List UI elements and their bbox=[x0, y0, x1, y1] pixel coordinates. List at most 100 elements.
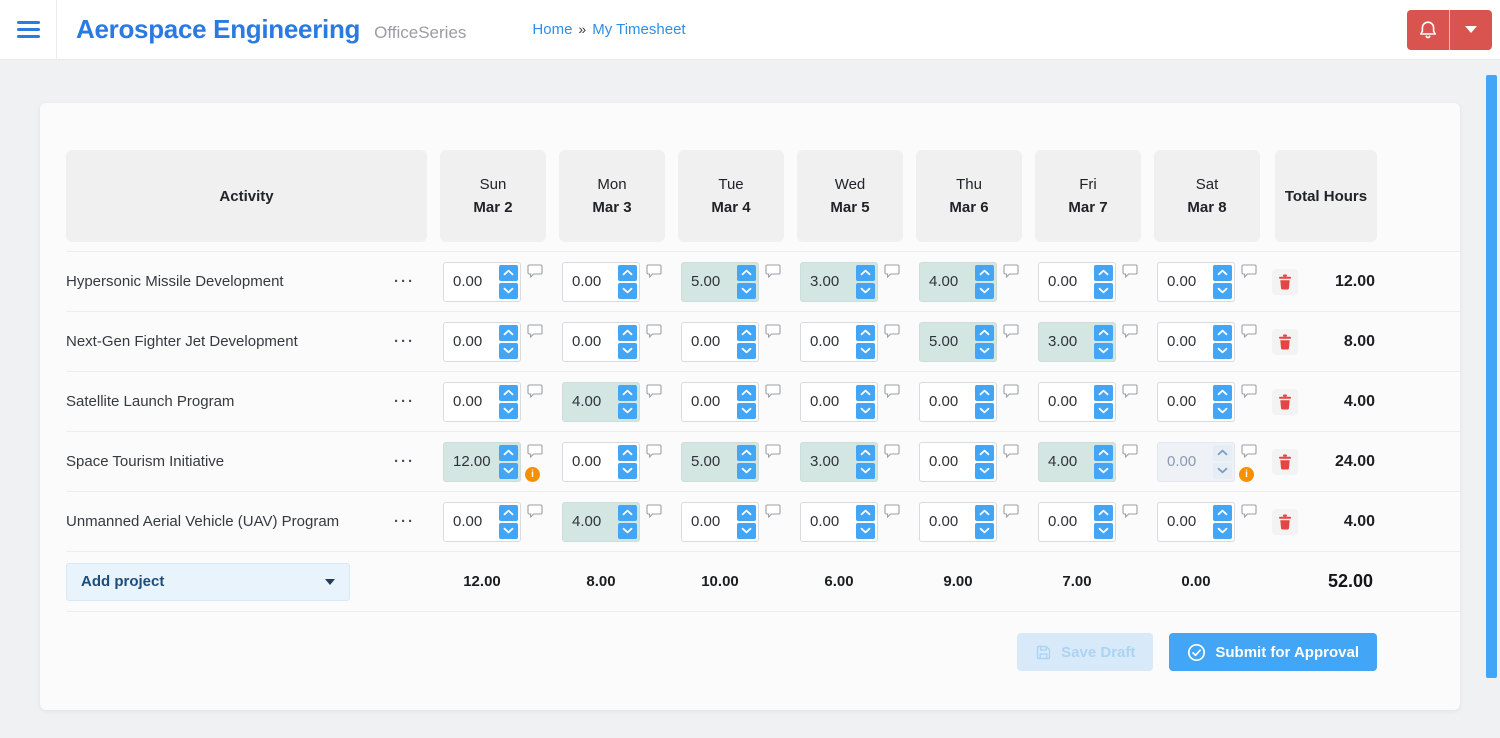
increment-chevron-up-icon[interactable] bbox=[499, 504, 518, 521]
increment-chevron-up-icon[interactable] bbox=[737, 504, 756, 521]
comment-icon[interactable] bbox=[1003, 383, 1019, 398]
comment-icon[interactable] bbox=[884, 323, 900, 338]
decrement-chevron-down-icon[interactable] bbox=[856, 342, 875, 359]
comment-icon[interactable] bbox=[765, 503, 781, 518]
add-project-dropdown[interactable]: Add project bbox=[66, 562, 350, 601]
increment-chevron-up-icon[interactable] bbox=[737, 444, 756, 461]
hours-input[interactable] bbox=[1039, 442, 1093, 481]
hours-input[interactable] bbox=[920, 262, 974, 301]
comment-icon[interactable] bbox=[884, 383, 900, 398]
increment-chevron-up-icon[interactable] bbox=[1094, 264, 1113, 281]
hours-input[interactable] bbox=[563, 262, 617, 301]
decrement-chevron-down-icon[interactable] bbox=[1213, 462, 1232, 479]
comment-icon[interactable] bbox=[1241, 383, 1257, 398]
comment-icon[interactable] bbox=[1003, 443, 1019, 458]
decrement-chevron-down-icon[interactable] bbox=[975, 462, 994, 479]
decrement-chevron-down-icon[interactable] bbox=[499, 282, 518, 299]
hours-input[interactable] bbox=[563, 322, 617, 361]
hours-input[interactable] bbox=[682, 502, 736, 541]
comment-icon[interactable] bbox=[884, 263, 900, 278]
decrement-chevron-down-icon[interactable] bbox=[856, 462, 875, 479]
increment-chevron-up-icon[interactable] bbox=[499, 444, 518, 461]
decrement-chevron-down-icon[interactable] bbox=[499, 402, 518, 419]
comment-icon[interactable] bbox=[646, 383, 662, 398]
increment-chevron-up-icon[interactable] bbox=[1213, 444, 1232, 461]
increment-chevron-up-icon[interactable] bbox=[856, 444, 875, 461]
hours-input[interactable] bbox=[682, 442, 736, 481]
increment-chevron-up-icon[interactable] bbox=[1094, 384, 1113, 401]
decrement-chevron-down-icon[interactable] bbox=[618, 342, 637, 359]
comment-icon[interactable] bbox=[1241, 503, 1257, 518]
decrement-chevron-down-icon[interactable] bbox=[1213, 282, 1232, 299]
increment-chevron-up-icon[interactable] bbox=[856, 264, 875, 281]
hours-input[interactable] bbox=[682, 262, 736, 301]
hamburger-menu-icon[interactable] bbox=[0, 0, 57, 60]
decrement-chevron-down-icon[interactable] bbox=[1094, 462, 1113, 479]
hours-input[interactable] bbox=[1158, 262, 1212, 301]
increment-chevron-up-icon[interactable] bbox=[975, 444, 994, 461]
submit-for-approval-button[interactable]: Submit for Approval bbox=[1169, 633, 1377, 671]
increment-chevron-up-icon[interactable] bbox=[618, 384, 637, 401]
hours-input[interactable] bbox=[920, 442, 974, 481]
increment-chevron-up-icon[interactable] bbox=[975, 504, 994, 521]
increment-chevron-up-icon[interactable] bbox=[499, 264, 518, 281]
increment-chevron-up-icon[interactable] bbox=[975, 324, 994, 341]
hours-input[interactable] bbox=[444, 382, 498, 421]
comment-icon[interactable] bbox=[646, 263, 662, 278]
increment-chevron-up-icon[interactable] bbox=[1094, 324, 1113, 341]
row-options-ellipsis-button[interactable]: ··· bbox=[394, 394, 415, 409]
comment-icon[interactable] bbox=[527, 383, 543, 398]
decrement-chevron-down-icon[interactable] bbox=[618, 522, 637, 539]
hours-input[interactable] bbox=[801, 262, 855, 301]
hours-input[interactable] bbox=[1158, 322, 1212, 361]
hours-input[interactable] bbox=[563, 502, 617, 541]
comment-icon[interactable] bbox=[765, 383, 781, 398]
breadcrumb-home-link[interactable]: Home bbox=[532, 21, 572, 38]
increment-chevron-up-icon[interactable] bbox=[1213, 504, 1232, 521]
decrement-chevron-down-icon[interactable] bbox=[856, 522, 875, 539]
hours-input[interactable] bbox=[682, 382, 736, 421]
comment-icon[interactable] bbox=[1122, 443, 1138, 458]
decrement-chevron-down-icon[interactable] bbox=[1213, 402, 1232, 419]
hours-input[interactable] bbox=[444, 442, 498, 481]
comment-icon[interactable] bbox=[1122, 503, 1138, 518]
comment-icon[interactable] bbox=[527, 443, 543, 458]
delete-row-trash-icon[interactable] bbox=[1272, 388, 1298, 415]
comment-icon[interactable] bbox=[765, 323, 781, 338]
increment-chevron-up-icon[interactable] bbox=[618, 504, 637, 521]
decrement-chevron-down-icon[interactable] bbox=[618, 402, 637, 419]
comment-icon[interactable] bbox=[1003, 323, 1019, 338]
decrement-chevron-down-icon[interactable] bbox=[499, 522, 518, 539]
row-options-ellipsis-button[interactable]: ··· bbox=[394, 454, 415, 469]
delete-row-trash-icon[interactable] bbox=[1272, 268, 1298, 295]
hours-input[interactable] bbox=[920, 382, 974, 421]
comment-icon[interactable] bbox=[646, 323, 662, 338]
comment-icon[interactable] bbox=[1122, 263, 1138, 278]
comment-icon[interactable] bbox=[1241, 443, 1257, 458]
hours-input[interactable] bbox=[682, 322, 736, 361]
comment-icon[interactable] bbox=[1241, 323, 1257, 338]
user-menu-dropdown-button[interactable] bbox=[1450, 9, 1492, 50]
hours-input[interactable] bbox=[444, 262, 498, 301]
decrement-chevron-down-icon[interactable] bbox=[856, 402, 875, 419]
increment-chevron-up-icon[interactable] bbox=[1094, 444, 1113, 461]
row-options-ellipsis-button[interactable]: ··· bbox=[394, 334, 415, 349]
vertical-scrollbar[interactable] bbox=[1486, 75, 1497, 678]
decrement-chevron-down-icon[interactable] bbox=[618, 462, 637, 479]
decrement-chevron-down-icon[interactable] bbox=[1094, 522, 1113, 539]
hours-input[interactable] bbox=[1158, 502, 1212, 541]
decrement-chevron-down-icon[interactable] bbox=[975, 402, 994, 419]
comment-icon[interactable] bbox=[1003, 503, 1019, 518]
hours-input[interactable] bbox=[1039, 502, 1093, 541]
comment-icon[interactable] bbox=[1122, 323, 1138, 338]
increment-chevron-up-icon[interactable] bbox=[737, 384, 756, 401]
increment-chevron-up-icon[interactable] bbox=[618, 264, 637, 281]
increment-chevron-up-icon[interactable] bbox=[499, 324, 518, 341]
increment-chevron-up-icon[interactable] bbox=[618, 324, 637, 341]
delete-row-trash-icon[interactable] bbox=[1272, 508, 1298, 535]
decrement-chevron-down-icon[interactable] bbox=[737, 462, 756, 479]
save-draft-button[interactable]: Save Draft bbox=[1017, 633, 1154, 671]
increment-chevron-up-icon[interactable] bbox=[737, 264, 756, 281]
comment-icon[interactable] bbox=[646, 443, 662, 458]
increment-chevron-up-icon[interactable] bbox=[618, 444, 637, 461]
